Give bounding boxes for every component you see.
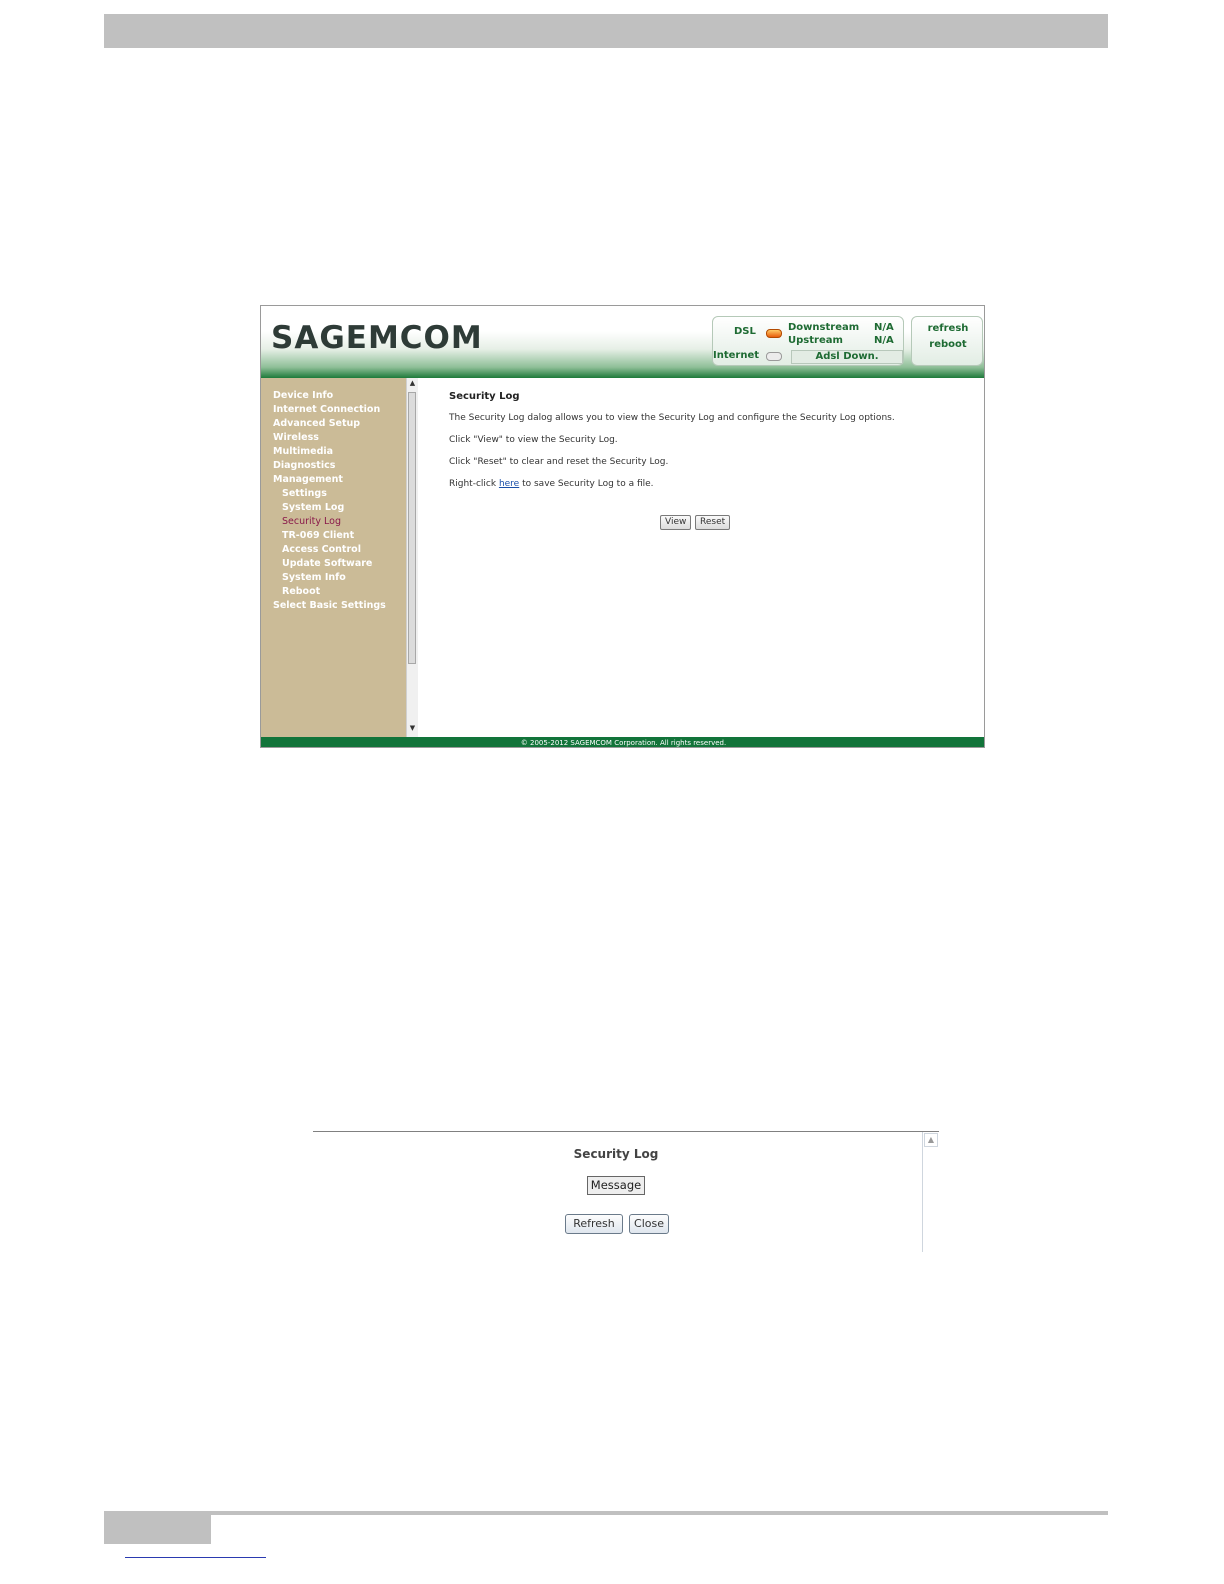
header-actions: refresh reboot xyxy=(911,316,983,366)
main-content: Security Log The Security Log dalog allo… xyxy=(449,378,969,737)
downstream-label: Downstream xyxy=(788,322,860,333)
sidebar-item-advanced-setup[interactable]: Advanced Setup xyxy=(273,418,360,429)
sidebar-item-security-log[interactable]: Security Log xyxy=(282,516,341,527)
popup-title: Security Log xyxy=(573,1147,659,1161)
upstream-value: N/A xyxy=(874,335,894,346)
save-log-link[interactable]: here xyxy=(499,479,519,489)
sidebar-item-settings[interactable]: Settings xyxy=(282,488,327,499)
popup-scrollbar[interactable]: ▲ xyxy=(922,1132,939,1252)
scroll-thumb[interactable] xyxy=(408,392,416,664)
sidebar-item-select-basic-settings[interactable]: Select Basic Settings xyxy=(273,600,386,611)
refresh-button[interactable]: Refresh xyxy=(565,1214,623,1234)
adsl-status-text: Adsl Down. xyxy=(791,350,903,364)
refresh-link[interactable]: refresh xyxy=(912,323,984,334)
footer-link-underline xyxy=(125,1557,266,1558)
close-button[interactable]: Close xyxy=(629,1214,669,1234)
copyright-footer: © 2005-2012 SAGEMCOM Corporation. All ri… xyxy=(261,737,984,747)
scroll-up-icon[interactable]: ▲ xyxy=(407,379,418,387)
description-text: The Security Log dalog allows you to vie… xyxy=(449,413,895,423)
save-instruction-suffix: to save Security Log to a file. xyxy=(522,479,654,489)
sidebar-item-device-info[interactable]: Device Info xyxy=(273,390,333,401)
sidebar-item-update-software[interactable]: Update Software xyxy=(282,558,372,569)
connection-status-panel: DSL Downstream N/A Upstream N/A Internet… xyxy=(712,316,904,366)
dsl-led-icon xyxy=(766,329,782,338)
internet-led-icon xyxy=(766,352,782,361)
page-header-bar xyxy=(104,14,1108,48)
reset-button[interactable]: Reset xyxy=(695,515,731,530)
scroll-up-icon[interactable]: ▲ xyxy=(924,1133,938,1147)
sidebar-item-system-log[interactable]: System Log xyxy=(282,502,344,513)
save-instruction-prefix: Right-click xyxy=(449,479,497,489)
view-instruction-text: Click "View" to view the Security Log. xyxy=(449,435,618,445)
dsl-label: DSL xyxy=(734,326,756,337)
reboot-link[interactable]: reboot xyxy=(912,339,984,350)
security-log-popup-screenshot: Security Log Message Refresh Close ▲ xyxy=(313,1131,939,1252)
sidebar-item-management[interactable]: Management xyxy=(273,474,343,485)
downstream-value: N/A xyxy=(874,322,894,333)
sidebar-item-wireless[interactable]: Wireless xyxy=(273,432,319,443)
scroll-down-icon[interactable]: ▼ xyxy=(407,724,418,732)
sidebar-item-access-control[interactable]: Access Control xyxy=(282,544,361,555)
message-column-header: Message xyxy=(587,1176,645,1195)
reset-instruction-text: Click "Reset" to clear and reset the Sec… xyxy=(449,457,669,467)
sidebar-item-system-info[interactable]: System Info xyxy=(282,572,346,583)
router-header: SAGEMCOM DSL Downstream N/A Upstream N/A… xyxy=(261,306,984,378)
router-web-ui-screenshot: SAGEMCOM DSL Downstream N/A Upstream N/A… xyxy=(260,305,985,748)
page-title: Security Log xyxy=(449,391,520,402)
page-footer-line xyxy=(211,1511,1108,1515)
view-button[interactable]: View xyxy=(660,515,692,530)
sidebar-item-tr069-client[interactable]: TR-069 Client xyxy=(282,530,354,541)
sidebar-item-diagnostics[interactable]: Diagnostics xyxy=(273,460,335,471)
upstream-label: Upstream xyxy=(788,335,843,346)
sidebar-item-multimedia[interactable]: Multimedia xyxy=(273,446,333,457)
save-instruction-text: Right-click here to save Security Log to… xyxy=(449,479,654,489)
sagemcom-logo: SAGEMCOM xyxy=(271,320,483,356)
sidebar-nav: Device Info Internet Connection Advanced… xyxy=(261,378,406,737)
sidebar-item-internet-connection[interactable]: Internet Connection xyxy=(273,404,380,415)
page-number-block xyxy=(104,1511,211,1544)
sidebar-scrollbar[interactable]: ▲ ▼ xyxy=(406,378,418,737)
sidebar-item-reboot[interactable]: Reboot xyxy=(282,586,320,597)
internet-label: Internet xyxy=(713,350,760,361)
